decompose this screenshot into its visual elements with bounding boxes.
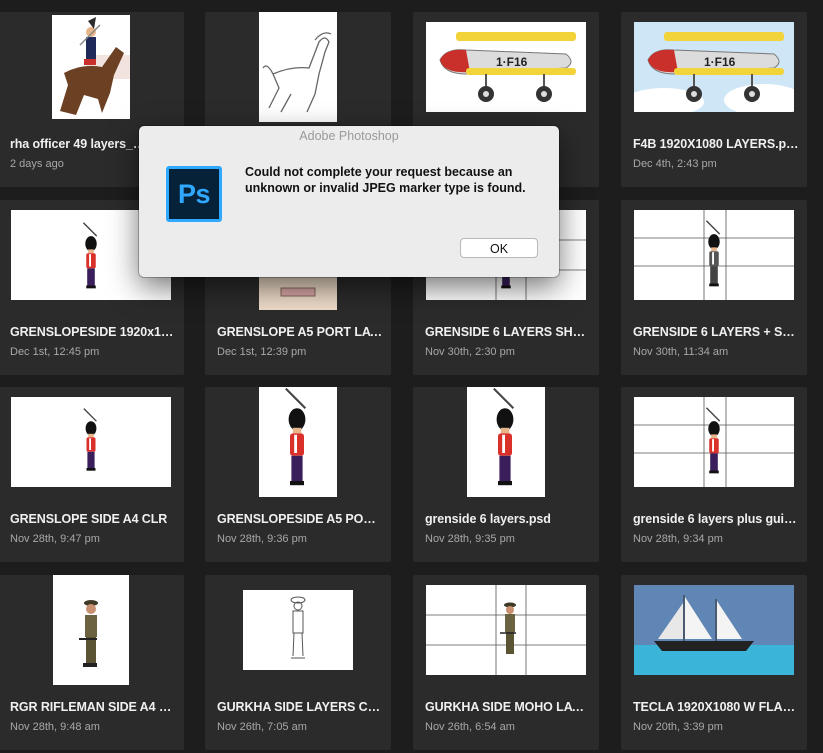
thumbnail-image [53, 575, 129, 685]
file-thumbnail [621, 387, 807, 497]
file-date: Dec 1st, 12:39 pm [217, 346, 307, 358]
photoshop-app-icon: Ps [166, 166, 222, 222]
file-name: F4B 1920X1080 LAYERS.psd [633, 137, 799, 151]
file-thumbnail [205, 387, 391, 497]
svg-text:1·F16: 1·F16 [704, 55, 736, 69]
file-name: GRENSIDE 6 LAYERS + SHADOW.psd [633, 325, 799, 339]
file-name: GRENSIDE 6 LAYERS SHADOW.psd [425, 325, 591, 339]
thumbnail-image [259, 12, 337, 122]
error-dialog: Adobe Photoshop Ps Could not complete yo… [139, 126, 559, 277]
thumbnail-image [467, 387, 545, 497]
file-date: Nov 28th, 9:48 am [10, 721, 100, 733]
file-date: Nov 28th, 9:47 pm [10, 533, 100, 545]
thumbnail-image [52, 15, 130, 119]
file-thumbnail [413, 387, 599, 497]
thumbnail-image [634, 397, 794, 487]
thumbnail-image: 1·F16 [634, 22, 794, 112]
file-date: Nov 26th, 7:05 am [217, 721, 307, 733]
file-name: GRENSLOPESIDE 1920x1080 LAYERS.psd [10, 325, 176, 339]
file-thumbnail: 1·F16 [621, 12, 807, 122]
thumbnail-image [259, 387, 337, 497]
error-message: Could not complete your request because … [245, 165, 526, 195]
svg-text:1·F16: 1·F16 [496, 55, 528, 69]
ok-button[interactable]: OK [460, 238, 538, 258]
file-thumbnail [0, 387, 184, 497]
file-card[interactable]: TECLA 1920X1080 W FLAGS.psd Nov 20th, 3:3… [621, 575, 807, 750]
file-thumbnail [0, 575, 184, 685]
file-card[interactable]: RGR RIFLEMAN SIDE A4 PORTRAIT.psd Nov 28t… [0, 575, 184, 750]
file-date: Nov 30th, 2:30 pm [425, 346, 515, 358]
recent-files-grid: rha officer 49 layers_edit.psd 2 days ago… [0, 0, 823, 753]
file-thumbnail [621, 575, 807, 685]
file-name: TECLA 1920X1080 W FLAGS.psd [633, 700, 799, 714]
file-name: rha officer 49 layers_edit.psd [10, 137, 148, 151]
file-thumbnail: 1·F16 [413, 12, 599, 122]
file-name: GRENSLOPE A5 PORT LAYERS.psd [217, 325, 383, 339]
thumbnail-image: 1·F16 [426, 22, 586, 112]
dialog-title: Adobe Photoshop [299, 129, 399, 143]
thumbnail-image [426, 585, 586, 675]
file-name: grenside 6 layers.psd [425, 512, 551, 526]
file-thumbnail [413, 575, 599, 685]
thumbnail-image [11, 397, 171, 487]
file-card[interactable]: GRENSLOPESIDE A5 PORTRAIT.psd Nov 28th, 9… [205, 387, 391, 562]
file-date: Nov 20th, 3:39 pm [633, 721, 723, 733]
file-card[interactable]: GURKHA SIDE LAYERS COLOUR.psd Nov 26th, 7… [205, 575, 391, 750]
file-name: GRENSLOPE SIDE A4 CLR [10, 512, 168, 526]
file-card[interactable]: grenside 6 layers.psd Nov 28th, 9:35 pm [413, 387, 599, 562]
file-name: GURKHA SIDE MOHO LAYERS.psd [425, 700, 591, 714]
thumbnail-image [243, 590, 353, 670]
file-card[interactable]: GRENSIDE 6 LAYERS + SHADOW.psd Nov 30th, … [621, 200, 807, 375]
file-name: GRENSLOPESIDE A5 PORTRAIT.psd [217, 512, 383, 526]
file-thumbnail [0, 12, 184, 122]
file-date: Nov 28th, 9:34 pm [633, 533, 723, 545]
file-date: Nov 30th, 11:34 am [633, 346, 729, 358]
file-thumbnail [621, 200, 807, 310]
file-thumbnail [205, 575, 391, 685]
file-name: GURKHA SIDE LAYERS COLOUR.psd [217, 700, 383, 714]
file-date: Dec 4th, 2:43 pm [633, 158, 717, 170]
file-card[interactable]: grenside 6 layers plus guides.psd Nov 28t… [621, 387, 807, 562]
file-date: 2 days ago [10, 158, 64, 170]
file-date: Nov 26th, 6:54 am [425, 721, 515, 733]
file-date: Nov 28th, 9:35 pm [425, 533, 515, 545]
thumbnail-image [634, 210, 794, 300]
file-date: Dec 1st, 12:45 pm [10, 346, 100, 358]
file-thumbnail [205, 12, 391, 122]
file-card[interactable]: GRENSLOPE SIDE A4 CLR Nov 28th, 9:47 pm [0, 387, 184, 562]
file-date: Nov 28th, 9:36 pm [217, 533, 307, 545]
file-card[interactable]: 1·F16 F4B 1920X1080 LAYERS.psd Dec 4th, 2… [621, 12, 807, 187]
file-card[interactable]: GURKHA SIDE MOHO LAYERS.psd Nov 26th, 6:5… [413, 575, 599, 750]
thumbnail-image [634, 585, 794, 675]
file-name: RGR RIFLEMAN SIDE A4 PORTRAIT.psd [10, 700, 176, 714]
file-name: grenside 6 layers plus guides.psd [633, 512, 799, 526]
